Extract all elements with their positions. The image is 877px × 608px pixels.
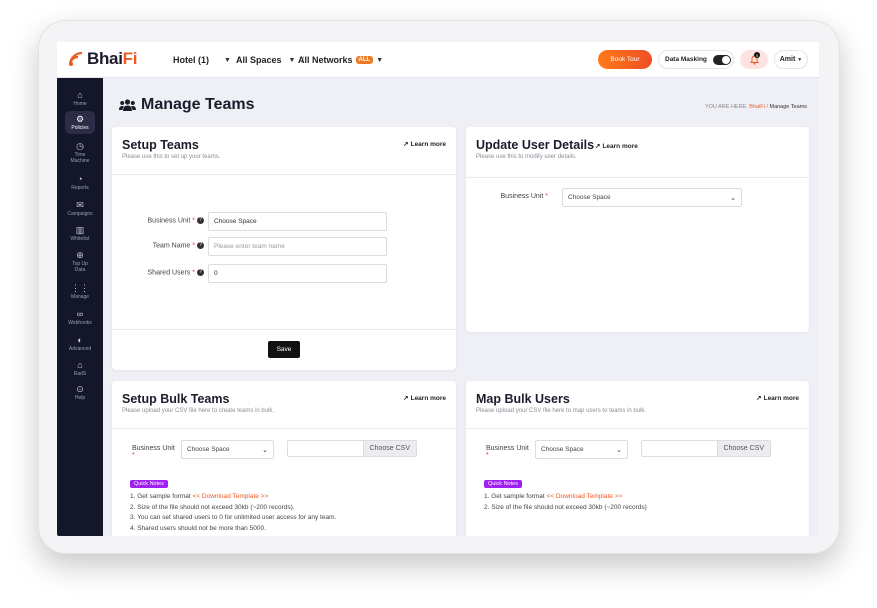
users-icon <box>119 98 136 111</box>
chart-icon: ◔ <box>77 174 83 184</box>
chevron-down-icon: ⌄ <box>730 194 736 202</box>
megaphone-icon: ✉ <box>76 200 84 210</box>
card-subtitle: Please upload your CSV file here to map … <box>476 408 647 414</box>
logo-text: BhaiFi <box>87 49 138 68</box>
sidebar-item-reports[interactable]: ◔ Reports <box>57 174 103 191</box>
learn-more-link[interactable]: ↗ Learn more <box>403 394 446 403</box>
card-title: Map Bulk Users <box>476 392 570 406</box>
learn-more-link[interactable]: ↗ Learn more <box>756 394 799 403</box>
sidebar-item-manage[interactable]: ⋮⋮ Manage <box>57 283 103 300</box>
setup-bulk-teams-card: Setup Bulk Teams Please upload your CSV … <box>112 381 456 536</box>
sidebar-item-policies[interactable]: ⚙ Policies <box>57 111 103 134</box>
card-title: Setup Teams <box>122 138 199 152</box>
team-name-label: Team Name *? <box>134 242 204 249</box>
business-unit-label: Business Unit * <box>500 193 548 200</box>
chevron-down-icon: ▼ <box>288 56 296 64</box>
quick-notes-list: 1. Get sample format << Download Templat… <box>130 493 337 532</box>
notifications-button[interactable]: 0 <box>740 50 768 69</box>
sidebar-item-webhooks[interactable]: ∞ Webhooks <box>57 309 103 326</box>
toggle-icon: ◐ <box>77 335 83 345</box>
card-subtitle: Please use this to modify user details. <box>476 154 577 160</box>
breadcrumb: YOU ARE HERE: BhaiFi / Manage Teams <box>704 104 807 110</box>
sidebar-item-help[interactable]: ⊙ Help <box>57 384 103 401</box>
download-template-link[interactable]: << Download Template >> <box>193 493 269 500</box>
chevron-down-icon: ⌄ <box>262 446 268 454</box>
choose-csv-button[interactable]: Choose CSV <box>362 441 416 456</box>
chevron-down-icon: ▼ <box>376 56 384 64</box>
breadcrumb-home-link[interactable]: BhaiFi <box>749 104 765 110</box>
external-link-icon: ↗ <box>595 143 601 150</box>
save-button[interactable]: Save <box>268 341 300 358</box>
quick-notes-badge: Quick Notes <box>484 480 522 488</box>
sidebar-item-time-machine[interactable]: ◷ Time Machine <box>57 141 103 164</box>
sidebar-item-campaigns[interactable]: ✉ Campaigns <box>57 200 103 217</box>
home-solid-icon: ⌂ <box>77 360 83 370</box>
external-link-icon: ↗ <box>403 395 409 402</box>
card-subtitle: Please upload your CSV file here to crea… <box>122 408 275 414</box>
business-unit-select[interactable]: Choose Space ⌄ <box>562 188 742 207</box>
bhaifi-logo[interactable]: BhaiFi <box>67 49 137 69</box>
toggle-switch-icon[interactable] <box>712 54 731 65</box>
business-unit-select[interactable]: Choose Space ⌄ <box>181 440 274 459</box>
business-unit-input[interactable]: Choose Space <box>208 212 387 231</box>
card-title: Setup Bulk Teams <box>122 392 230 406</box>
business-unit-label: Business Unit * <box>486 445 529 459</box>
top-bar: BhaiFi Hotel (1) ▼ / All Spaces ▼ / All … <box>57 42 819 78</box>
learn-more-link[interactable]: ↗ Learn more <box>595 142 638 151</box>
sidebar-item-rads[interactable]: ⌂ RadS <box>57 360 103 377</box>
gears-icon: ⚙ <box>75 114 85 124</box>
sidebar: ⌂ Home ⚙ Policies ◷ Time Machine ◔ Repor… <box>57 78 103 536</box>
data-masking-toggle[interactable]: Data Masking <box>658 50 734 69</box>
sidebar-item-whitelist[interactable]: ▥ Whitelist <box>57 225 103 242</box>
chevron-down-icon: ▼ <box>224 56 231 64</box>
setup-teams-card: Setup Teams Please use this to set up yo… <box>112 127 456 370</box>
sidebar-item-advanced[interactable]: ◐ Advanced <box>57 335 103 352</box>
business-unit-label: Business Unit * <box>132 445 175 459</box>
networks-selector[interactable]: All Networks ALL ▼ <box>298 55 383 65</box>
sidebar-item-home[interactable]: ⌂ Home <box>57 90 103 107</box>
csv-file-input[interactable]: Choose CSV <box>641 440 771 457</box>
team-name-input[interactable]: Please enter team name <box>208 237 387 256</box>
card-title: Update User Details <box>476 138 595 152</box>
chevron-down-icon: ▼ <box>797 56 803 63</box>
webhook-icon: ∞ <box>76 309 84 319</box>
chevron-down-icon: ⌄ <box>616 446 622 454</box>
external-link-icon: ↗ <box>756 395 762 402</box>
user-menu[interactable]: Amit ▼ <box>774 50 808 69</box>
learn-more-link[interactable]: ↗ Learn more <box>403 140 446 149</box>
app-screen: BhaiFi Hotel (1) ▼ / All Spaces ▼ / All … <box>57 42 819 536</box>
download-template-link[interactable]: << Download Template >> <box>547 493 623 500</box>
quick-notes-list: 1. Get sample format << Download Templat… <box>484 493 647 511</box>
wifi-logo-icon <box>67 50 85 68</box>
page-title: Manage Teams <box>119 96 255 114</box>
map-bulk-users-card: Map Bulk Users Please upload your CSV fi… <box>466 381 809 536</box>
networks-all-badge: ALL <box>355 56 374 64</box>
plus-circle-icon: ⊕ <box>76 250 84 260</box>
spaces-selector[interactable]: All Spaces ▼ / <box>236 55 307 65</box>
help-icon: ? <box>197 242 204 249</box>
business-unit-select[interactable]: Choose Space ⌄ <box>535 440 628 459</box>
help-icon: ⊙ <box>76 384 84 394</box>
help-icon: ? <box>197 217 204 224</box>
home-icon: ⌂ <box>77 90 83 100</box>
quick-notes-badge: Quick Notes <box>130 480 168 488</box>
external-link-icon: ↗ <box>403 141 409 148</box>
barcode-icon: ▥ <box>75 225 85 235</box>
shared-users-label: Shared Users *? <box>134 269 204 276</box>
business-unit-label: Business Unit *? <box>134 217 204 224</box>
clock-icon: ◷ <box>76 141 84 151</box>
hotel-selector[interactable]: Hotel (1) ▼ / <box>173 55 242 65</box>
help-icon: ? <box>197 269 204 276</box>
choose-csv-button[interactable]: Choose CSV <box>716 441 770 456</box>
book-tour-button[interactable]: Book Tour <box>598 50 652 69</box>
csv-file-input[interactable]: Choose CSV <box>287 440 417 457</box>
card-subtitle: Please use this to set up your teams. <box>122 154 221 160</box>
update-user-details-card: Update User Details ↗ Learn more Please … <box>466 127 809 332</box>
sliders-icon: ⋮⋮ <box>71 283 89 293</box>
notification-count-badge: 0 <box>754 52 760 58</box>
sidebar-item-top-up-data[interactable]: ⊕ Top Up Data <box>57 250 103 273</box>
shared-users-input[interactable]: 0 <box>208 264 387 283</box>
